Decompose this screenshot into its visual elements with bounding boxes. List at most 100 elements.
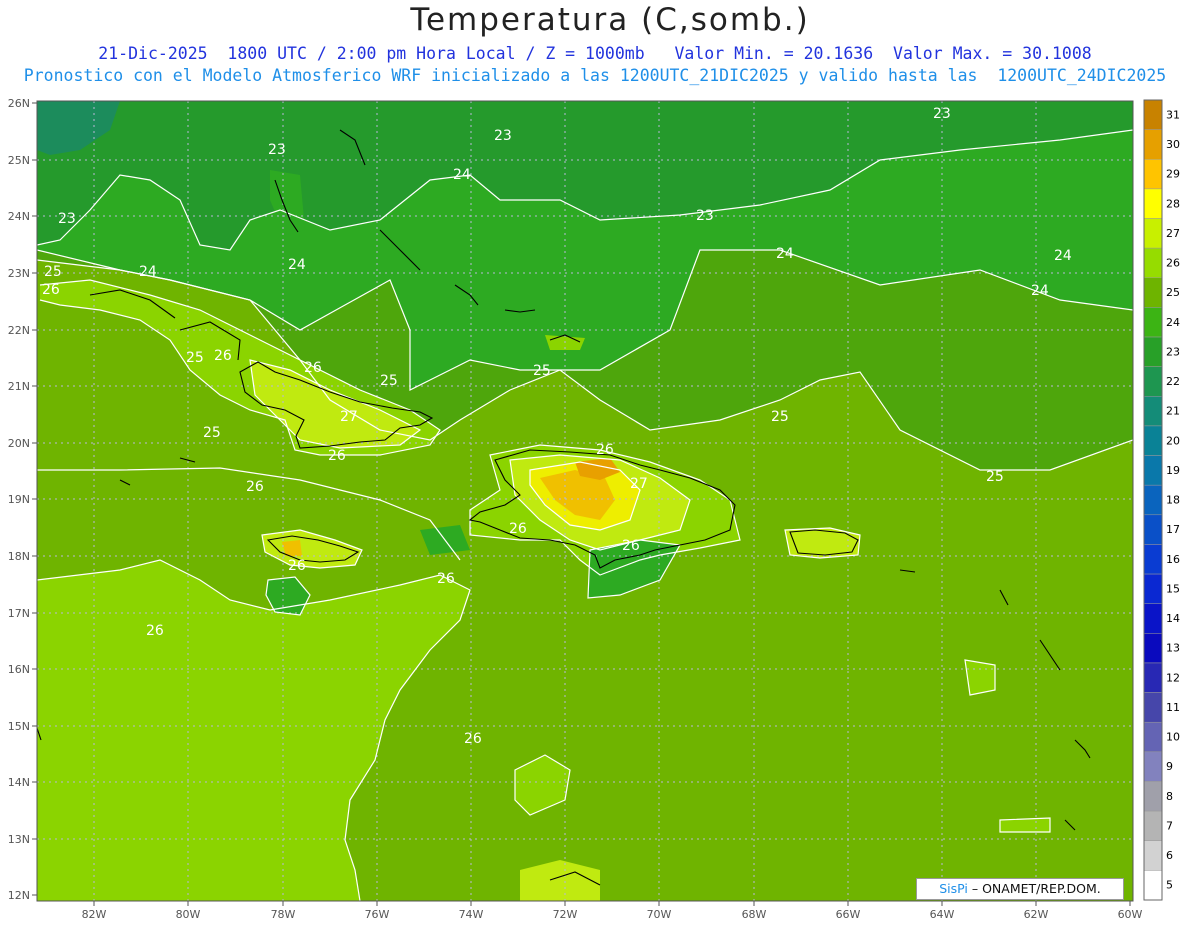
- colorbar-label: 26: [1166, 257, 1180, 270]
- contour-label: 25: [203, 425, 221, 441]
- lon-label: 64W: [930, 908, 955, 921]
- colorbar-swatch: [1143, 99, 1163, 130]
- lat-label: 15N: [8, 720, 30, 733]
- contour-label: 23: [58, 211, 76, 227]
- contour-label: 26: [437, 571, 455, 587]
- colorbar-swatch: [1143, 573, 1163, 604]
- colorbar-label: 28: [1166, 197, 1180, 210]
- colorbar-swatch: [1143, 810, 1163, 841]
- colorbar-swatch: [1143, 751, 1163, 782]
- contour-label: 24: [1054, 248, 1072, 264]
- colorbar-label: 13: [1166, 642, 1180, 655]
- credit-box: SisPi – ONAMET/REP.DOM.: [916, 878, 1124, 900]
- lon-label: 80W: [176, 908, 201, 921]
- lon-label: 60W: [1118, 908, 1143, 921]
- longitude-labels: 82W 80W 78W 76W 74W 72W 70W 68W 66W 64W …: [82, 908, 1143, 921]
- map-field: [37, 101, 1133, 901]
- colorbar-label: 25: [1166, 286, 1180, 299]
- colorbar-label: 20: [1166, 434, 1180, 447]
- contour-label: 25: [380, 373, 398, 389]
- colorbar-label: 18: [1166, 494, 1180, 507]
- contour-label: 26: [304, 360, 322, 376]
- colorbar-swatch: [1143, 188, 1163, 219]
- lon-label: 82W: [82, 908, 107, 921]
- lat-label: 14N: [8, 776, 30, 789]
- lat-label: 13N: [8, 833, 30, 846]
- contour-label: 26: [214, 348, 232, 364]
- colorbar-label: 7: [1166, 819, 1173, 832]
- colorbar-swatch: [1143, 247, 1163, 279]
- contour-label: 26: [596, 442, 614, 458]
- lat-label: 22N: [8, 324, 30, 337]
- contour-label: 24: [776, 246, 794, 262]
- colorbar-swatch: [1143, 218, 1163, 249]
- colorbar-swatch: [1143, 721, 1163, 753]
- colorbar-label: 11: [1166, 701, 1180, 714]
- contour-label: 26: [146, 623, 164, 639]
- contour-label: 27: [630, 476, 648, 492]
- colorbar-label: 19: [1166, 464, 1180, 477]
- lon-label: 74W: [459, 908, 484, 921]
- contour-label: 23: [696, 208, 714, 224]
- contour-label: 25: [44, 264, 62, 280]
- contour-label: 23: [933, 106, 951, 122]
- colorbar-label: 31: [1166, 108, 1180, 121]
- temperature-map: 23 23 23 23 23 24 24 24 24 24 24 25 25 2…: [8, 97, 1180, 921]
- contour-label: 25: [771, 409, 789, 425]
- colorbar-swatch: [1143, 840, 1163, 871]
- colorbar-label: 5: [1166, 879, 1173, 892]
- colorbar-swatch: [1143, 455, 1163, 486]
- colorbar-label: 30: [1166, 138, 1180, 151]
- lat-label: 21N: [8, 380, 30, 393]
- contour-label: 26: [509, 521, 527, 537]
- colorbar-label: 9: [1166, 760, 1173, 773]
- contour-label: 26: [328, 448, 346, 464]
- colorbar-label: 23: [1166, 345, 1180, 358]
- sispi-logo-text: SisPi: [939, 881, 968, 896]
- contour-label: 26: [622, 538, 640, 554]
- colorbar-swatch: [1143, 662, 1163, 693]
- colorbar-label: 21: [1166, 405, 1180, 418]
- lon-label: 76W: [365, 908, 390, 921]
- contour-label: 23: [268, 142, 286, 158]
- colorbar-label: 15: [1166, 582, 1180, 595]
- lat-label: 12N: [8, 889, 30, 902]
- colorbar-label: 12: [1166, 671, 1180, 684]
- colorbar-swatch: [1143, 514, 1163, 545]
- lon-label: 78W: [271, 908, 296, 921]
- colorbar-swatch: [1143, 366, 1163, 397]
- lat-label: 19N: [8, 493, 30, 506]
- lon-label: 72W: [553, 908, 578, 921]
- colorbar-swatch: [1143, 129, 1163, 160]
- lon-label: 62W: [1024, 908, 1049, 921]
- colorbar-label: 17: [1166, 523, 1180, 536]
- colorbar-swatch: [1143, 603, 1163, 634]
- credit-org: – ONAMET/REP.DOM.: [971, 881, 1101, 896]
- colorbar-swatch: [1143, 544, 1163, 575]
- lon-label: 66W: [836, 908, 861, 921]
- colorbar-swatch: [1143, 425, 1163, 456]
- colorbar-swatch: [1143, 484, 1163, 516]
- colorbar-swatch: [1143, 633, 1163, 664]
- lat-label: 26N: [8, 97, 30, 110]
- contour-label: 25: [986, 469, 1004, 485]
- colorbar-swatch: [1143, 307, 1163, 338]
- colorbar-label: 6: [1166, 849, 1173, 862]
- contour-label: 24: [453, 167, 471, 183]
- contour-label: 26: [42, 282, 60, 298]
- lat-label: 18N: [8, 550, 30, 563]
- colorbar-label: 10: [1166, 731, 1180, 744]
- lat-label: 20N: [8, 437, 30, 450]
- colorbar-swatch: [1143, 396, 1163, 427]
- contour-label: 24: [1031, 283, 1049, 299]
- contour-label: 24: [288, 257, 306, 273]
- contour-label: 23: [494, 128, 512, 144]
- colorbar-swatch: [1143, 159, 1163, 190]
- lat-label: 25N: [8, 154, 30, 167]
- contour-label: 27: [340, 409, 358, 425]
- colorbar-swatch: [1143, 870, 1163, 901]
- colorbar-legend: 31 30 29 28 27 26 25 24 23 22 21 20 19 18 17 16 15 14 13 12…: [1143, 99, 1180, 901]
- lon-label: 68W: [742, 908, 767, 921]
- colorbar-label: 22: [1166, 375, 1180, 388]
- colorbar-swatch: [1143, 277, 1163, 308]
